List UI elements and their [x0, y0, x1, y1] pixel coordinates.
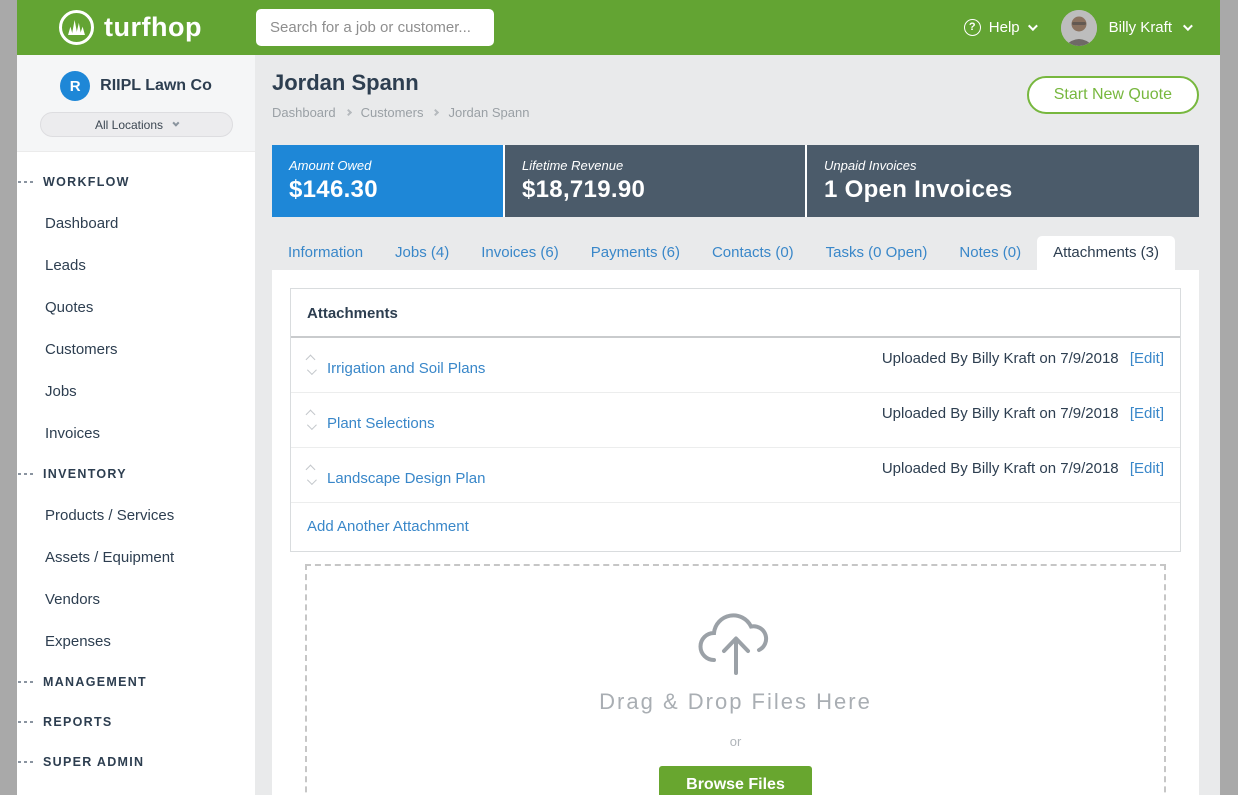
- edit-link[interactable]: [Edit]: [1130, 460, 1164, 477]
- section-dashes-icon: [18, 473, 35, 475]
- sidebar-item-dashboard[interactable]: Dashboard: [17, 202, 255, 244]
- tab-tasks[interactable]: Tasks (0 Open): [810, 236, 944, 270]
- breadcrumb-current: Jordan Spann: [448, 105, 529, 120]
- sidebar-item-customers[interactable]: Customers: [17, 328, 255, 370]
- section-dashes-icon: [18, 721, 35, 723]
- stat-unpaid-invoices: Unpaid Invoices 1 Open Invoices: [807, 145, 1199, 217]
- tab-attachments[interactable]: Attachments (3): [1037, 236, 1175, 270]
- section-dashes-icon: [18, 681, 35, 683]
- dropzone-title: Drag & Drop Files Here: [599, 689, 872, 715]
- chevron-down-icon: [1028, 21, 1038, 31]
- edit-link[interactable]: [Edit]: [1130, 350, 1164, 367]
- sidebar-company-block: R RIIPL Lawn Co All Locations: [17, 55, 255, 152]
- sidebar-section-reports[interactable]: REPORTS: [17, 702, 255, 742]
- stat-lifetime-revenue: Lifetime Revenue $18,719.90: [505, 145, 805, 217]
- attachment-link[interactable]: Plant Selections: [327, 415, 435, 432]
- reorder-handle: [307, 411, 314, 430]
- main-content: Jordan Spann Dashboard Customers Jordan …: [255, 55, 1220, 795]
- sidebar-item-expenses[interactable]: Expenses: [17, 620, 255, 662]
- help-icon: ?: [964, 19, 981, 36]
- tab-payments[interactable]: Payments (6): [575, 236, 696, 270]
- sidebar-item-jobs[interactable]: Jobs: [17, 370, 255, 412]
- topbar-right: ? Help Billy Kraft: [964, 0, 1190, 55]
- cloud-upload-icon: [693, 613, 779, 677]
- brand-logo[interactable]: turfhop: [59, 10, 202, 45]
- top-bar: turfhop ? Help Billy Kraft: [17, 0, 1220, 55]
- sidebar-section-inventory[interactable]: INVENTORY: [17, 454, 255, 494]
- sidebar-section-super-admin[interactable]: SUPER ADMIN: [17, 742, 255, 782]
- file-dropzone[interactable]: Drag & Drop Files Here or Browse Files: [305, 564, 1166, 795]
- chevron-right-icon: [432, 109, 439, 116]
- sidebar: R RIIPL Lawn Co All Locations WORKFLOW D…: [17, 55, 255, 795]
- user-name: Billy Kraft: [1109, 19, 1172, 36]
- tab-bar: Information Jobs (4) Invoices (6) Paymen…: [272, 236, 1175, 270]
- chevron-right-icon: [345, 109, 352, 116]
- section-dashes-icon: [18, 761, 35, 763]
- chevron-down-icon[interactable]: [307, 365, 317, 375]
- chevron-down-icon[interactable]: [307, 420, 317, 430]
- tab-jobs[interactable]: Jobs (4): [379, 236, 465, 270]
- left-gutter: [0, 0, 17, 795]
- breadcrumb-customers[interactable]: Customers: [361, 105, 424, 120]
- tab-contacts[interactable]: Contacts (0): [696, 236, 810, 270]
- attachment-link[interactable]: Landscape Design Plan: [327, 470, 485, 487]
- attachment-row: Landscape Design Plan Uploaded By Billy …: [291, 448, 1180, 503]
- company-name: RIIPL Lawn Co: [100, 77, 212, 95]
- breadcrumb: Dashboard Customers Jordan Spann: [272, 105, 529, 120]
- sidebar-item-assets-equipment[interactable]: Assets / Equipment: [17, 536, 255, 578]
- sidebar-nav: WORKFLOW Dashboard Leads Quotes Customer…: [17, 152, 255, 782]
- attachments-card: Attachments Irrigation and Soil Plans Up…: [290, 288, 1181, 552]
- tab-information[interactable]: Information: [272, 236, 379, 270]
- sidebar-item-products-services[interactable]: Products / Services: [17, 494, 255, 536]
- chevron-down-icon: [172, 120, 179, 127]
- attachment-row: Plant Selections Uploaded By Billy Kraft…: [291, 393, 1180, 448]
- sidebar-item-quotes[interactable]: Quotes: [17, 286, 255, 328]
- chevron-down-icon: [1183, 21, 1193, 31]
- attachment-meta: Uploaded By Billy Kraft on 7/9/2018 [Edi…: [882, 350, 1164, 367]
- location-selector-label: All Locations: [95, 118, 163, 132]
- reorder-handle: [307, 466, 314, 485]
- edit-link[interactable]: [Edit]: [1130, 405, 1164, 422]
- chevron-up-icon[interactable]: [306, 354, 316, 364]
- reorder-handle: [307, 356, 314, 375]
- breadcrumb-dashboard[interactable]: Dashboard: [272, 105, 336, 120]
- start-new-quote-button[interactable]: Start New Quote: [1027, 76, 1199, 114]
- stats-bar: Amount Owed $146.30 Lifetime Revenue $18…: [272, 145, 1199, 217]
- browse-files-button[interactable]: Browse Files: [659, 766, 812, 795]
- search-input[interactable]: [256, 9, 494, 46]
- sidebar-section-workflow[interactable]: WORKFLOW: [17, 162, 255, 202]
- attachment-link[interactable]: Irrigation and Soil Plans: [327, 360, 485, 377]
- tab-invoices[interactable]: Invoices (6): [465, 236, 575, 270]
- page-title: Jordan Spann: [272, 70, 419, 96]
- avatar[interactable]: [1061, 10, 1097, 46]
- location-selector[interactable]: All Locations: [40, 112, 233, 137]
- right-gutter: [1220, 0, 1238, 795]
- attachments-panel: Attachments Irrigation and Soil Plans Up…: [272, 270, 1199, 795]
- stat-amount-owed: Amount Owed $146.30: [272, 145, 503, 217]
- sidebar-item-invoices[interactable]: Invoices: [17, 412, 255, 454]
- company-row: R RIIPL Lawn Co: [60, 71, 212, 101]
- chevron-up-icon[interactable]: [306, 409, 316, 419]
- company-badge: R: [60, 71, 90, 101]
- chevron-down-icon[interactable]: [307, 475, 317, 485]
- dropzone-or-label: or: [730, 734, 742, 749]
- attachment-row: Irrigation and Soil Plans Uploaded By Bi…: [291, 338, 1180, 393]
- chevron-up-icon[interactable]: [306, 464, 316, 474]
- section-dashes-icon: [18, 181, 35, 183]
- tab-notes[interactable]: Notes (0): [943, 236, 1037, 270]
- help-label: Help: [989, 19, 1020, 36]
- attachment-meta: Uploaded By Billy Kraft on 7/9/2018 [Edi…: [882, 460, 1164, 477]
- sidebar-section-management[interactable]: MANAGEMENT: [17, 662, 255, 702]
- sidebar-item-leads[interactable]: Leads: [17, 244, 255, 286]
- user-menu[interactable]: Billy Kraft: [1109, 19, 1190, 36]
- brand-wordmark: turfhop: [104, 12, 202, 43]
- add-attachment-link[interactable]: Add Another Attachment: [291, 503, 1180, 551]
- sidebar-item-vendors[interactable]: Vendors: [17, 578, 255, 620]
- grass-logo-icon: [59, 10, 94, 45]
- attachment-meta: Uploaded By Billy Kraft on 7/9/2018 [Edi…: [882, 405, 1164, 422]
- attachments-card-title: Attachments: [291, 289, 1180, 338]
- help-menu[interactable]: ? Help: [964, 19, 1035, 36]
